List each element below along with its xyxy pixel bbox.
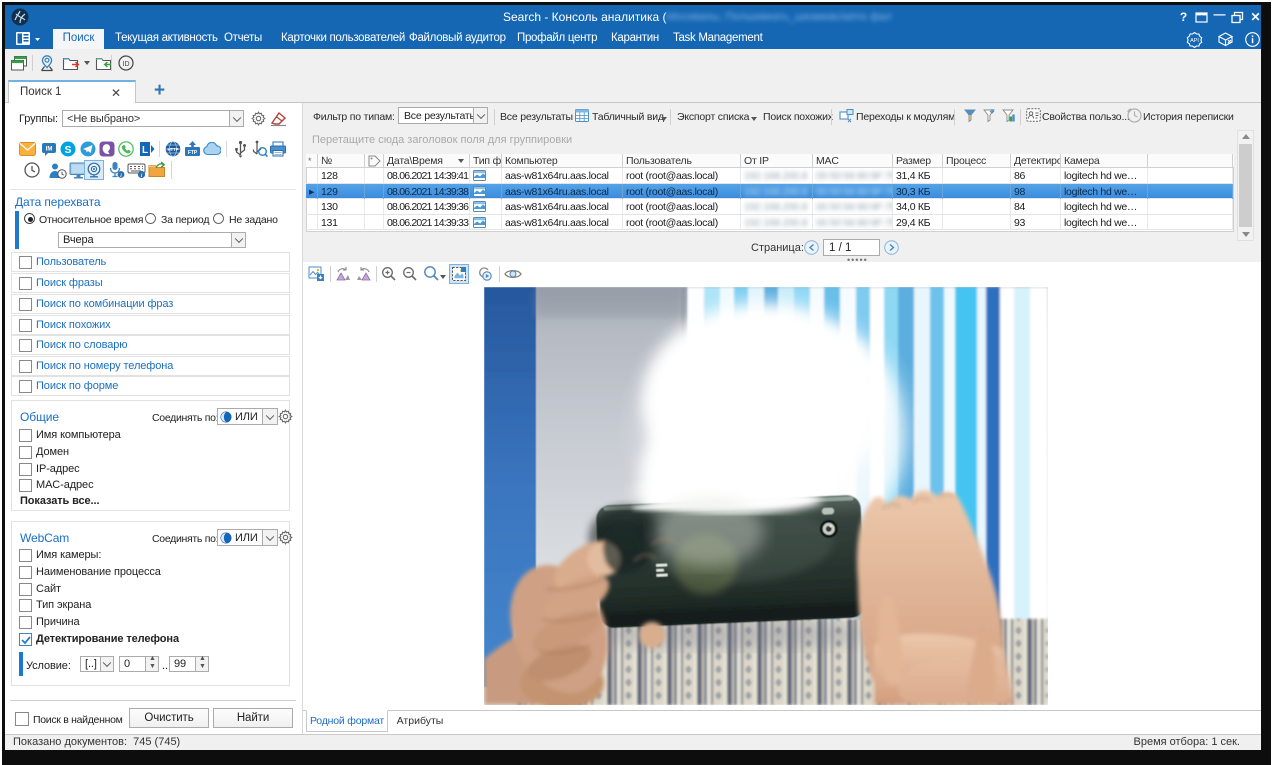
svg-text:API: API [1190,38,1199,44]
svg-text:HTTP: HTTP [167,147,178,152]
svg-text:S: S [65,144,72,156]
svg-text:ID: ID [123,61,130,68]
svg-text:L: L [142,145,148,156]
svg-text:FTP: FTP [188,150,198,156]
svg-text:IM: IM [46,147,53,153]
